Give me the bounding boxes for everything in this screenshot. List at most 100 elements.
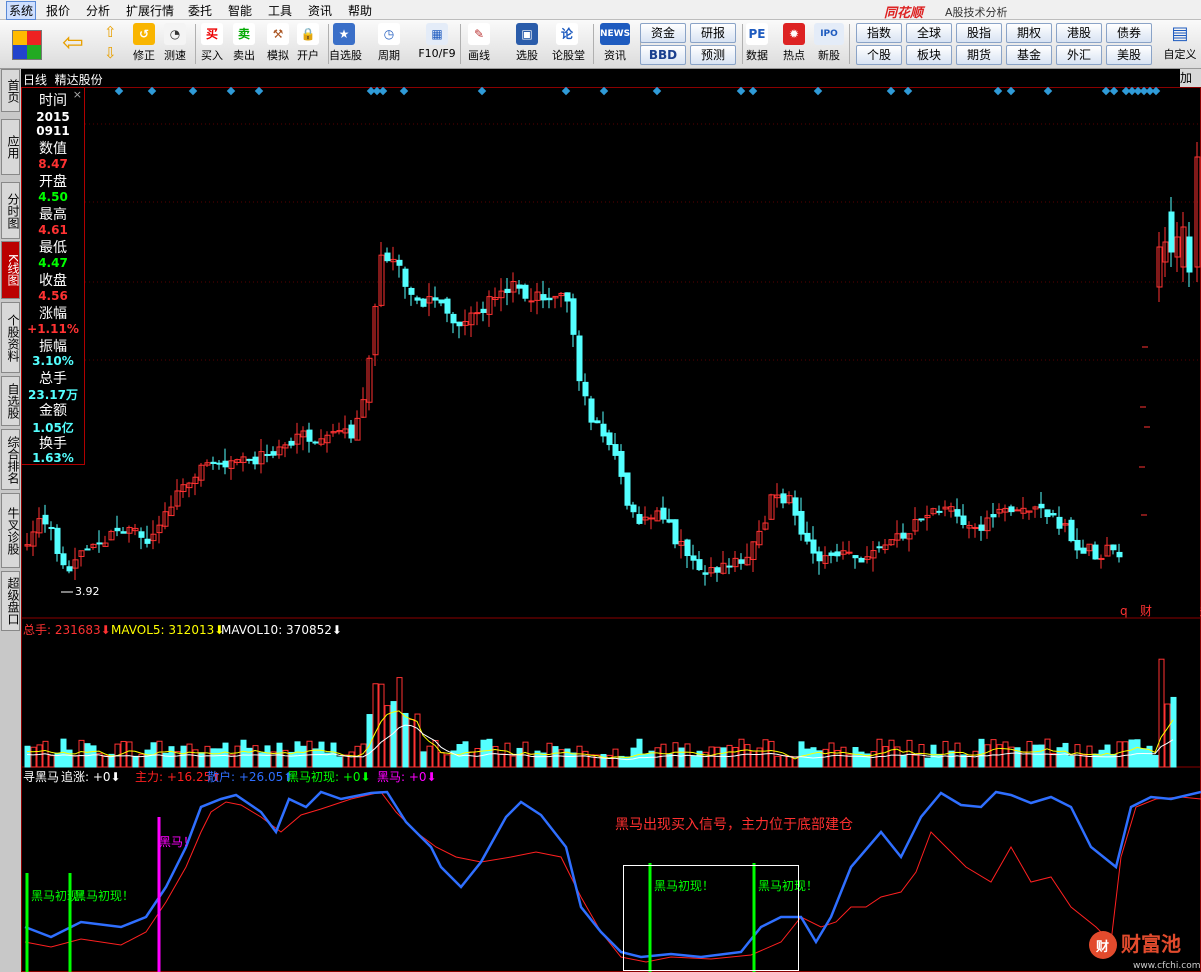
kline-chart[interactable]: 3.92q财多总手: 231683⬇MAVOL5: 312013⬇MAVOL10… [21,87,1201,972]
volume-bar [618,755,625,768]
toolbar-button[interactable]: IPO 新股 [814,22,844,66]
market-button[interactable]: 港股 [1056,23,1102,43]
market-button[interactable]: 债券 [1106,23,1152,43]
info-date-year: 2015 [36,110,70,124]
market-button[interactable]: 指数 [856,23,902,43]
candle-body [1092,544,1099,560]
market-button[interactable]: 个股 [856,45,902,65]
toolbar-button[interactable]: ▣ 选股 [512,22,542,66]
toolbar-button[interactable]: ◔ 测速 [160,22,190,66]
lock-icon: 🔒 [297,23,319,45]
app-title: A股技术分析 [945,6,1008,19]
left-nav-tab[interactable]: 超级盘口 [1,571,20,631]
toolbar-button[interactable]: ★ 自选股 [329,22,362,66]
menu-item[interactable]: 智能 [228,2,252,19]
toolbar-button[interactable]: ✹ 热点 [779,22,809,66]
quick-button[interactable]: 资金 [640,23,686,43]
market-button[interactable]: 期权 [1006,23,1052,43]
toolbar-button-label: F10/F9 [418,47,456,60]
candle-body [306,429,313,442]
market-button[interactable]: 股指 [956,23,1002,43]
volume-bar [828,742,835,768]
info-open-label: 开盘 [39,174,67,190]
volume-bar [198,752,205,768]
left-nav-tab[interactable]: 应用 [1,119,20,175]
candle-body [618,450,625,477]
toolbar-button[interactable]: NEWS 资讯 [600,22,630,66]
info-high-label: 最高 [39,207,67,223]
left-nav-tab[interactable]: 个股资料 [1,302,20,373]
bottom-marker: q [1120,604,1128,618]
menu-item[interactable]: 资讯 [308,2,332,19]
candle-body [798,510,805,535]
market-button[interactable]: 全球 [906,23,952,43]
left-nav-tab[interactable]: 综合排名 [1,429,20,490]
down-arrow-icon[interactable]: ⇩ [104,44,117,62]
volume-bar [714,746,721,768]
volume-bar [1044,738,1051,768]
custom-button[interactable]: ▤ 自定义 [1160,22,1200,66]
market-button[interactable]: 期货 [956,45,1002,65]
volume-bar [168,746,175,768]
hot-icon: ✹ [783,23,805,45]
market-button[interactable]: 外汇 [1056,45,1102,65]
toolbar-button[interactable]: 卖卖出 [229,22,259,66]
info-turnover: 1.63% [32,451,74,465]
market-button[interactable]: 美股 [1106,45,1152,65]
menu-item[interactable]: 帮助 [348,2,372,19]
volume-bar [1038,744,1045,768]
add-to-watchlist-button[interactable]: 加自 [1180,69,1201,102]
toolbar-button[interactable]: ↺ 修正 [129,22,159,66]
menu-item[interactable]: 委托 [188,2,212,19]
volume-bar [972,750,979,768]
left-nav-tab[interactable]: 首页 [1,69,20,112]
volume-bar [156,740,163,768]
info-vol-label: 总手 [39,371,67,387]
candle-body [624,472,631,506]
candle-body [804,532,811,542]
toolbar-button[interactable]: PE 数据 [742,22,772,66]
left-nav-tab[interactable]: 自选股 [1,376,20,426]
toolbar-button[interactable]: ⚒ 模拟 [263,22,293,66]
volume-bar [336,756,343,768]
quick-button[interactable]: 预测 [690,45,736,65]
volume-bar [270,751,277,768]
signal-tag: 黑马初现！ [74,889,134,903]
menu-item[interactable]: 系统 [6,1,37,20]
toolbar-button[interactable]: 论论股堂 [552,22,585,66]
candle-body [1080,547,1087,554]
candle-body [1038,503,1045,509]
toolbar-button-label: 周期 [378,49,400,62]
toolbar-button-label: 数据 [746,49,768,62]
left-nav-tab[interactable]: 牛叉诊股 [1,493,20,568]
menu-item[interactable]: 扩展行情 [126,2,174,19]
pencil-icon: ✎ [468,23,490,45]
stock-name: 精达股份 [54,73,103,87]
toolbar-button[interactable]: 🔒 开户 [293,22,323,66]
back-arrow-icon[interactable]: ⇦ [62,28,88,58]
info-amp-label: 振幅 [39,339,67,355]
toolbar-button[interactable]: ▦ F10/F9 [414,22,460,66]
menu-item[interactable]: 工具 [268,2,292,19]
toolbar-separator [742,24,743,64]
toolbar-button[interactable]: ✎ 画线 [464,22,494,66]
market-button[interactable]: 板块 [906,45,952,65]
watermark-glyph: 财 [1096,939,1109,955]
quick-button[interactable]: BBD [640,45,686,65]
quick-button[interactable]: 研报 [690,23,736,43]
volume-bar [1152,754,1159,768]
left-nav-tab[interactable]: K线图 [1,241,20,299]
toolbar-button[interactable]: 买买入 [197,22,227,66]
volume-bar [540,752,547,768]
market-button[interactable]: 基金 [1006,45,1052,65]
menu-item[interactable]: 分析 [86,2,110,19]
menu-item[interactable]: 报价 [46,2,70,19]
toolbar-button-label: 自选股 [329,49,362,62]
up-arrow-icon[interactable]: ⇧ [104,23,117,41]
grid-logo-icon[interactable] [12,30,42,60]
left-nav-tab[interactable]: 分时图 [1,182,20,239]
info-high: 4.61 [38,223,68,237]
volume-bar [174,751,181,768]
toolbar-button[interactable]: ◷ 周期 [374,22,404,66]
period-label[interactable]: 日线 [23,73,47,87]
